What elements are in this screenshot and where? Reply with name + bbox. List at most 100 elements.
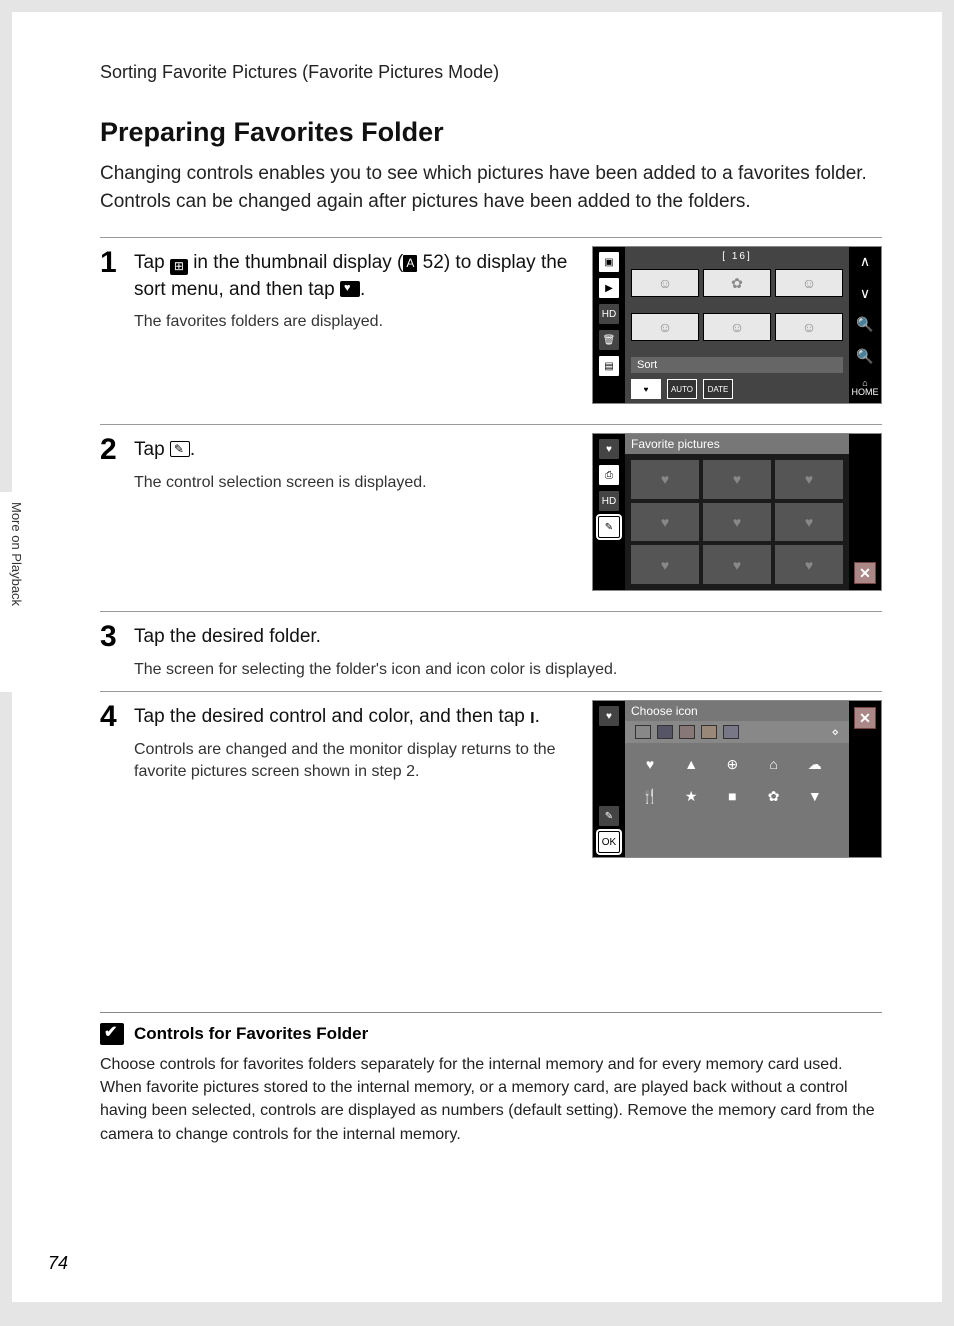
favorite-icon[interactable]: ♥ xyxy=(598,438,620,460)
thumbnail[interactable]: ☺ xyxy=(631,313,699,341)
up-arrow-icon[interactable]: ∧ xyxy=(860,253,870,270)
favorite-icon[interactable]: ♥ xyxy=(598,705,620,727)
text: Tap xyxy=(134,252,170,273)
color-swatch[interactable] xyxy=(635,725,651,739)
icon-choice[interactable]: ⊕ xyxy=(721,753,743,775)
color-swatch[interactable] xyxy=(657,725,673,739)
text: . xyxy=(360,279,365,300)
screenshot-choose-icon: ♥ ✎ OK Choose icon ⋄ ♥ ▲ xyxy=(592,700,882,858)
folder-slot[interactable]: ♥ xyxy=(703,460,771,499)
folder-slot[interactable]: ♥ xyxy=(775,460,843,499)
text: in the thumbnail display ( xyxy=(188,252,403,273)
step-subtext: Controls are changed and the monitor dis… xyxy=(134,739,582,784)
step-4: 4 Tap the desired control and color, and… xyxy=(100,700,882,858)
trash-icon[interactable]: 🗑 xyxy=(598,329,620,351)
page-heading: Preparing Favorites Folder xyxy=(100,117,882,148)
close-icon[interactable]: ✕ xyxy=(854,707,876,729)
thumbnail[interactable]: ☺ xyxy=(775,269,843,297)
icon-choice[interactable]: ■ xyxy=(721,785,743,807)
edit-icon xyxy=(170,441,190,457)
folder-slot[interactable]: ♥ xyxy=(631,545,699,584)
sort-label: Sort xyxy=(631,357,843,373)
folder-slot[interactable]: ♥ xyxy=(703,503,771,542)
down-arrow-icon[interactable]: ∨ xyxy=(860,285,870,302)
step-3: 3 Tap the desired folder. The screen for… xyxy=(100,620,882,681)
color-swatch[interactable] xyxy=(701,725,717,739)
screenshot-favorite-pictures: ♥ ⎙ HD ✎ Favorite pictures ♥ ♥ ♥ ♥ ♥ ♥ ♥… xyxy=(592,433,882,591)
step-2: 2 Tap . The control selection screen is … xyxy=(100,433,882,591)
edit-icon[interactable]: ✎ xyxy=(598,805,620,827)
step-subtext: The favorites folders are displayed. xyxy=(134,311,582,333)
zoom-out-icon[interactable]: 🔍 xyxy=(856,348,873,365)
thumbnail[interactable]: ☺ xyxy=(631,269,699,297)
edit-icon[interactable]: ✎ xyxy=(598,516,620,538)
breadcrumb: Sorting Favorite Pictures (Favorite Pict… xyxy=(100,62,882,83)
color-swatch[interactable] xyxy=(679,725,695,739)
thumbnail[interactable]: ☺ xyxy=(703,313,771,341)
screenshot-sort-menu: ▣ ▶ HD 🗑 ▤ [ 16] ☺ ✿ ☺ ☺ ☺ ☺ Sort xyxy=(592,246,882,404)
icon-choice[interactable]: ▲ xyxy=(680,753,702,775)
hd-icon[interactable]: HD xyxy=(598,490,620,512)
text: Tap xyxy=(134,439,170,460)
print-icon[interactable]: ⎙ xyxy=(598,464,620,486)
playback-icon[interactable]: ▶ xyxy=(598,277,620,299)
folder-slot[interactable]: ♥ xyxy=(775,503,843,542)
note-divider xyxy=(100,1012,882,1013)
icon-choice[interactable]: ▼ xyxy=(804,785,826,807)
panel-header: Favorite pictures xyxy=(625,434,849,454)
close-icon[interactable]: ✕ xyxy=(854,562,876,584)
icon-choice[interactable]: ✿ xyxy=(763,785,785,807)
divider xyxy=(100,611,882,612)
icon-choice[interactable]: 🍴 xyxy=(639,785,661,807)
step-1: 1 Tap ⊞ in the thumbnail display (A 52) … xyxy=(100,246,882,404)
color-swatch[interactable] xyxy=(723,725,739,739)
page-ref-icon: A xyxy=(403,255,417,272)
step-number: 4 xyxy=(100,700,134,733)
camera-icon[interactable]: ▣ xyxy=(598,251,620,273)
step-subtext: The screen for selecting the folder's ic… xyxy=(134,659,872,681)
page-ref: 52 xyxy=(423,252,444,273)
thumbnail[interactable]: ☺ xyxy=(775,313,843,341)
menu-icon[interactable]: ▤ xyxy=(598,355,620,377)
step-number: 2 xyxy=(100,433,134,466)
step-title: Tap ⊞ in the thumbnail display (A 52) to… xyxy=(134,250,582,303)
divider xyxy=(100,691,882,692)
zoom-in-icon[interactable]: 🔍 xyxy=(856,316,873,333)
hd-icon[interactable]: HD xyxy=(598,303,620,325)
divider xyxy=(100,424,882,425)
sort-favorite[interactable]: ♥ xyxy=(631,379,661,399)
icon-choice[interactable]: ⌂ xyxy=(763,753,785,775)
panel-header: Choose icon xyxy=(625,701,849,721)
step-number: 1 xyxy=(100,246,134,279)
sort-auto[interactable]: AUTO xyxy=(667,379,697,399)
intro-text: Changing controls enables you to see whi… xyxy=(100,160,882,215)
side-tab: More on Playback xyxy=(0,492,24,692)
icon-choice[interactable]: ♥ xyxy=(639,753,661,775)
note-title: Controls for Favorites Folder xyxy=(134,1024,368,1044)
check-icon xyxy=(100,1023,124,1045)
text: . xyxy=(535,706,540,727)
folder-slot[interactable]: ♥ xyxy=(775,545,843,584)
divider xyxy=(100,237,882,238)
color-row: ⋄ xyxy=(625,721,849,743)
folder-slot[interactable]: ♥ xyxy=(703,545,771,584)
grid-icon: ⊞ xyxy=(170,259,188,275)
home-icon[interactable]: ⌂HOME xyxy=(852,379,879,397)
step-title: Tap the desired control and color, and t… xyxy=(134,704,582,731)
expand-icon[interactable]: ⋄ xyxy=(831,725,839,739)
thumbnail[interactable]: ✿ xyxy=(703,269,771,297)
sort-date[interactable]: DATE xyxy=(703,379,733,399)
icon-choice[interactable]: ★ xyxy=(680,785,702,807)
ok-icon[interactable]: OK xyxy=(598,831,620,853)
step-title: Tap the desired folder. xyxy=(134,624,872,651)
folder-slot[interactable]: ♥ xyxy=(631,503,699,542)
step-subtext: The control selection screen is displaye… xyxy=(134,472,582,494)
page-number: 74 xyxy=(48,1253,68,1274)
folder-slot[interactable]: ♥ xyxy=(631,460,699,499)
text: Tap the desired control and color, and t… xyxy=(134,706,530,727)
note-body: Choose controls for favorites folders se… xyxy=(100,1053,882,1146)
icon-choice[interactable]: ☁ xyxy=(804,753,826,775)
step-title: Tap . xyxy=(134,437,582,464)
favorite-icon xyxy=(340,281,360,297)
step-number: 3 xyxy=(100,620,134,653)
